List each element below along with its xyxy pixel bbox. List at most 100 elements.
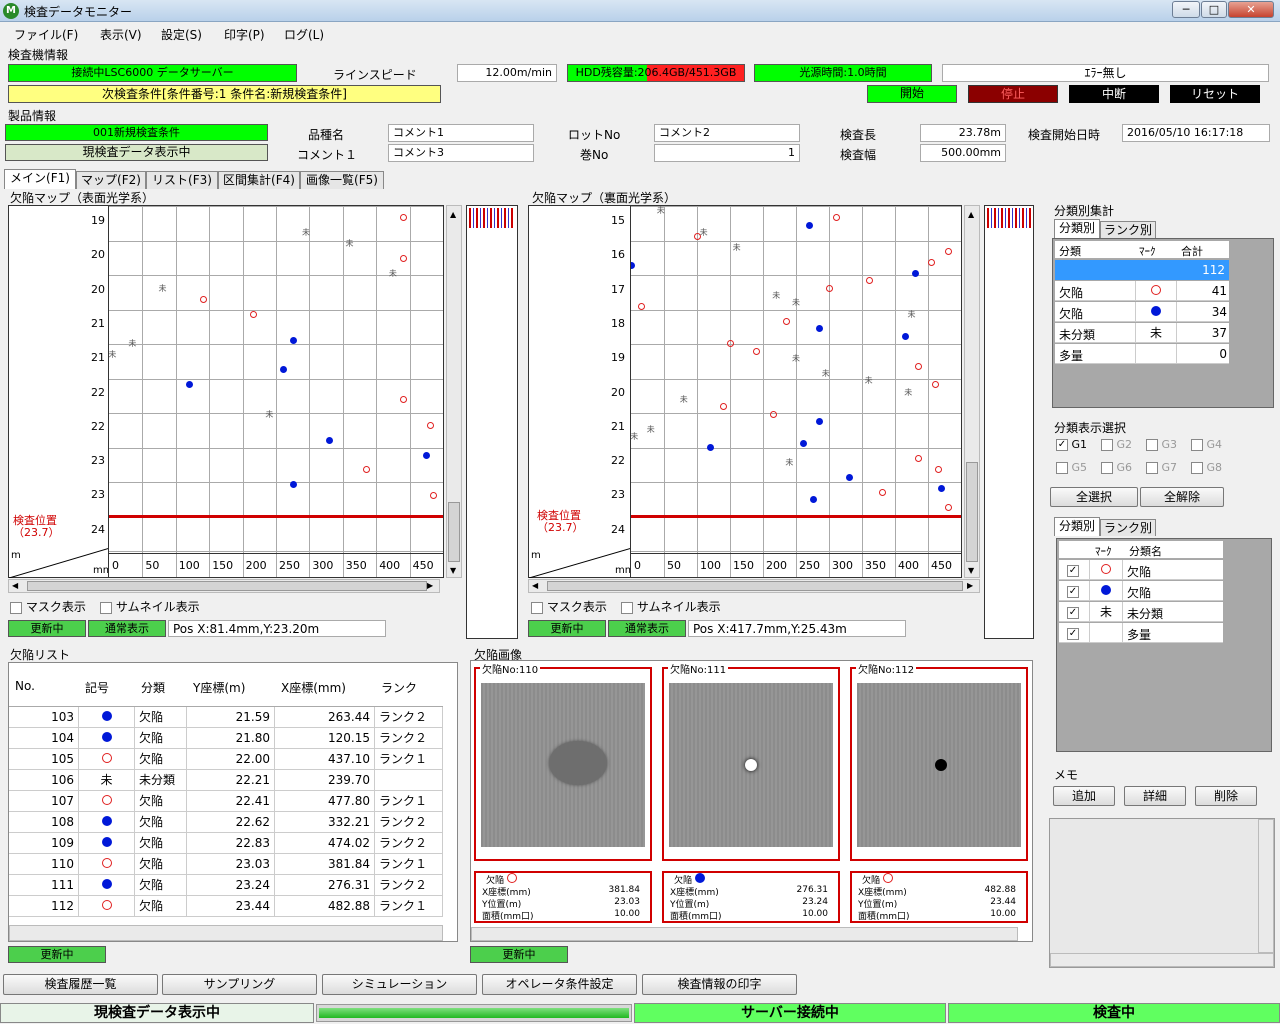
defect-list-header-cell[interactable]: X座標(mm) xyxy=(281,679,346,696)
map-right-unclassified-mark[interactable]: 未 xyxy=(772,290,780,301)
map-right-defect-ring[interactable] xyxy=(944,503,952,511)
defect-list-row[interactable]: 108 欠陥 22.62 332.21 ランク２ xyxy=(9,812,443,833)
defect-list-row[interactable]: 106 未 未分類 22.21 239.70 xyxy=(9,770,443,791)
map-right-hscroll[interactable]: ◀ ▶ xyxy=(528,579,980,593)
print-inspection-button[interactable]: 検査情報の印字 xyxy=(642,974,797,995)
map-left-hscroll[interactable]: ◀ ▶ xyxy=(8,579,440,593)
map-left-thumbnail-checkbox[interactable]: サムネイル表示 xyxy=(100,598,200,615)
map-right-unclassified-mark[interactable]: 未 xyxy=(792,297,800,308)
defect-image-frame[interactable]: 欠陥No:112 xyxy=(850,661,1028,861)
map-right-defect-dot[interactable] xyxy=(816,325,824,333)
map-right-unclassified-mark[interactable]: 未 xyxy=(680,394,688,405)
map-right-defect-dot[interactable] xyxy=(911,269,919,277)
map-right-defect-ring[interactable] xyxy=(720,403,728,411)
defect-list-row[interactable]: 110 欠陥 23.03 381.84 ランク１ xyxy=(9,854,443,875)
map-right-mask-checkbox[interactable]: マスク表示 xyxy=(531,598,607,615)
map-right-defect-ring[interactable] xyxy=(832,214,840,222)
simulation-button[interactable]: シミュレーション xyxy=(322,974,477,995)
map-right-defect-ring[interactable] xyxy=(915,455,923,463)
summary-row[interactable]: 多量 0 xyxy=(1055,344,1229,364)
class-list-checkbox[interactable]: ✓ xyxy=(1067,563,1079,577)
tab-image-list[interactable]: 画像一覧(F5) xyxy=(300,171,384,189)
map-right-unclassified-mark[interactable]: 未 xyxy=(792,353,800,364)
sampling-button[interactable]: サンプリング xyxy=(162,974,317,995)
map-right-defect-ring[interactable] xyxy=(928,258,936,266)
map-right-defect-ring[interactable] xyxy=(878,488,886,496)
defect-list-header-cell[interactable]: Y座標(m) xyxy=(193,679,245,696)
map-right-defect-dot[interactable] xyxy=(707,444,715,452)
stop-button[interactable]: 停止 xyxy=(968,85,1058,103)
map-right-unclassified-mark[interactable]: 未 xyxy=(904,387,912,398)
defect-list-row[interactable]: 103 欠陥 21.59 263.44 ランク２ xyxy=(9,707,443,728)
map-right-thumbnail-checkbox[interactable]: サムネイル表示 xyxy=(621,598,721,615)
map-left-vscroll[interactable]: ▲ ▼ xyxy=(446,205,462,578)
summary-row[interactable]: 欠陥 41 xyxy=(1055,281,1229,301)
group-checkbox-g6[interactable]: G6 xyxy=(1101,461,1132,474)
map-right-unclassified-mark[interactable]: 未 xyxy=(631,431,638,442)
defect-list-row[interactable]: 112 欠陥 23.44 482.88 ランク１ xyxy=(9,896,443,917)
memo-add-button[interactable]: 追加 xyxy=(1053,786,1115,806)
memo-detail-button[interactable]: 詳細 xyxy=(1124,786,1186,806)
group-checkbox-g8[interactable]: G8 xyxy=(1191,461,1222,474)
pause-button[interactable]: 中断 xyxy=(1069,85,1159,103)
map-right-defect-ring[interactable] xyxy=(753,347,761,355)
map-left-defect-ring[interactable] xyxy=(363,466,371,474)
map-right-unclassified-mark[interactable]: 未 xyxy=(700,227,708,238)
map-right-defect-ring[interactable] xyxy=(865,277,873,285)
map-right-defect-ring[interactable] xyxy=(934,466,942,474)
group-checkbox-g1[interactable]: ✓ G1 xyxy=(1056,438,1087,451)
map-right-overview[interactable] xyxy=(984,205,1034,639)
defect-image-thumbnail[interactable] xyxy=(857,683,1021,847)
tab-map[interactable]: マップ(F2) xyxy=(76,171,146,189)
summary-row[interactable]: 未分類 未 37 xyxy=(1055,323,1229,343)
map-right-defect-dot[interactable] xyxy=(809,496,817,504)
memo-delete-button[interactable]: 削除 xyxy=(1195,786,1257,806)
class-list-checkbox[interactable]: ✓ xyxy=(1067,605,1079,619)
map-right-defect-dot[interactable] xyxy=(901,332,909,340)
menu-view[interactable]: 表示(V) xyxy=(100,26,142,43)
map-right-unclassified-mark[interactable]: 未 xyxy=(657,206,665,216)
map-left-unclassified-mark[interactable]: 未 xyxy=(345,238,353,249)
defect-list-row[interactable]: 107 欠陥 22.41 477.80 ランク１ xyxy=(9,791,443,812)
map-left-defect-ring[interactable] xyxy=(429,492,437,500)
map-right-defect-dot[interactable] xyxy=(816,418,824,426)
tab-main[interactable]: メイン(F1) xyxy=(4,169,76,189)
memo-hscroll[interactable] xyxy=(1050,953,1274,967)
map-right-defect-dot[interactable] xyxy=(799,440,807,448)
tab-list[interactable]: リスト(F3) xyxy=(146,171,218,189)
memo-area[interactable] xyxy=(1049,818,1275,968)
operator-settings-button[interactable]: オペレータ条件設定 xyxy=(482,974,637,995)
group-checkbox-g3[interactable]: G3 xyxy=(1146,438,1177,451)
map-right-defect-ring[interactable] xyxy=(727,340,734,348)
map-right-unclassified-mark[interactable]: 未 xyxy=(647,424,655,435)
map-right-defect-ring[interactable] xyxy=(826,284,833,292)
summary-total-row[interactable]: 112 xyxy=(1055,260,1229,280)
map-right-defect-dot[interactable] xyxy=(938,484,946,492)
reset-button[interactable]: リセット xyxy=(1170,85,1260,103)
map-right-defect-ring[interactable] xyxy=(637,303,645,311)
menu-file[interactable]: ファイル(F) xyxy=(14,26,78,43)
menu-log[interactable]: ログ(L) xyxy=(284,26,324,43)
defect-images-hscroll[interactable] xyxy=(471,927,1018,941)
map-right-defect-dot[interactable] xyxy=(631,262,635,270)
map-right-normal-view[interactable]: 通常表示 xyxy=(608,620,686,637)
map-right-defect-ring[interactable] xyxy=(931,381,939,389)
map-right-unclassified-mark[interactable]: 未 xyxy=(733,242,741,253)
defect-list-header-cell[interactable]: No. xyxy=(15,679,35,693)
class-list-row[interactable]: ✓ 欠陥 xyxy=(1059,581,1223,601)
close-button[interactable]: ✕ xyxy=(1228,1,1274,18)
summary-row[interactable]: 欠陥 34 xyxy=(1055,302,1229,322)
map-left-defect-dot[interactable] xyxy=(423,451,431,459)
class-list-tab-class[interactable]: 分類別 xyxy=(1054,517,1100,536)
defect-list-row[interactable]: 109 欠陥 22.83 474.02 ランク２ xyxy=(9,833,443,854)
map-left-defect-ring[interactable] xyxy=(249,310,257,318)
defect-list-row[interactable]: 111 欠陥 23.24 276.31 ランク２ xyxy=(9,875,443,896)
defect-image-thumbnail[interactable] xyxy=(669,683,833,847)
map-left-mask-checkbox[interactable]: マスク表示 xyxy=(10,598,86,615)
memo-vscroll[interactable] xyxy=(1258,819,1274,953)
map-right-unclassified-mark[interactable]: 未 xyxy=(908,309,916,320)
start-button[interactable]: 開始 xyxy=(867,85,957,103)
defect-list-header-cell[interactable]: 記号 xyxy=(85,679,109,696)
map-right-defect-ring[interactable] xyxy=(783,318,791,325)
map-left-unclassified-mark[interactable]: 未 xyxy=(128,338,136,349)
